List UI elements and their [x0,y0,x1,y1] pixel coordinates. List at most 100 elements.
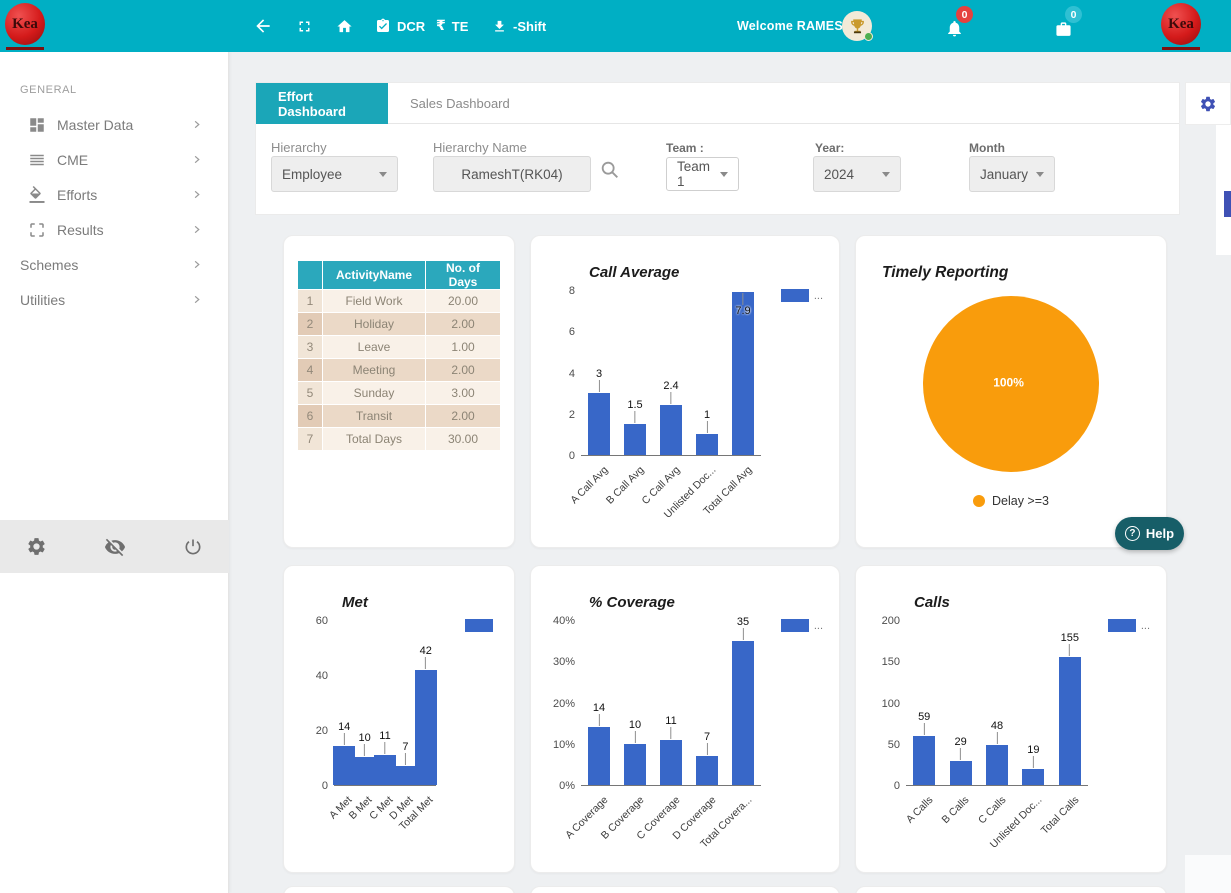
bar-slot: 155Total Calls [1052,621,1088,785]
tab-effort-dashboard[interactable]: Effort Dashboard [256,83,388,124]
sidebar-item-master-data[interactable]: Master Data [0,107,228,142]
bar[interactable] [374,755,396,785]
rows-icon [28,151,46,169]
sidebar-item-label: Efforts [57,187,97,203]
table-cell: 1.00 [426,336,500,358]
legend-label: Delay >=3 [992,494,1049,508]
partial-card [283,886,515,893]
sidebar-item-utilities[interactable]: Utilities [0,282,228,317]
team-select[interactable]: Team 1 [666,157,739,191]
year-label: Year: [815,141,844,155]
bar-slot: 7D Met [395,621,415,785]
home-button[interactable] [336,0,353,52]
notifications-button[interactable]: 0 [944,14,970,40]
bar[interactable] [986,745,1008,785]
bar[interactable] [696,756,718,785]
hierarchy-search-button[interactable] [599,159,623,183]
bar[interactable] [624,744,646,785]
bar-slot: 48C Calls [979,621,1015,785]
bar[interactable] [732,641,754,785]
bar[interactable] [354,757,376,785]
sidebar-footer [0,520,229,573]
bar-annotation: 3 [596,368,602,392]
sidebar-item-efforts[interactable]: Efforts [0,177,228,212]
month-select[interactable]: January [969,156,1055,192]
bar[interactable] [950,761,972,785]
back-button[interactable] [253,0,273,52]
table-cell: Field Work [323,290,425,312]
chart-area: 020406014A Met10B Met11C Met7D Met42Tota… [298,621,500,786]
brand-logo-underline [1162,47,1200,50]
hierarchy-name-input[interactable]: RameshT(RK04) [433,156,591,192]
legend-label: ... [814,290,823,302]
bar-annotation: 7 [402,741,408,765]
activity-table-header-name: ActivityName [323,261,425,289]
bar[interactable] [660,740,682,785]
activity-summary-card: ActivityName No. of Days 1Field Work20.0… [283,235,515,548]
y-axis-tick: 20 [316,725,328,737]
bar-slot: 11C Met [375,621,395,785]
bar-slot: 29B Calls [942,621,978,785]
table-cell: Transit [323,405,425,427]
eye-off-icon[interactable] [104,536,126,558]
bar[interactable] [588,727,610,785]
user-avatar[interactable] [842,11,872,41]
bar[interactable] [1059,657,1081,785]
chart-legend: Delay >=3 [856,494,1166,508]
hierarchy-select[interactable]: Employee [271,156,398,192]
bar[interactable] [415,670,437,785]
bar-annotation: 1.5 [627,399,642,423]
question-mark-icon: ? [1125,526,1140,541]
call-average-chart-card: Call Average024683A Call Avg1.5B Call Av… [530,235,840,548]
documents-button[interactable]: 0 [1053,14,1079,40]
y-axis-tick: 0 [569,450,575,462]
sidebar-item-label: CME [57,152,88,168]
table-cell: 2 [298,313,322,335]
sidebar-item-label: Results [57,222,104,238]
power-icon[interactable] [183,537,203,557]
bar-slot: 1Unlisted Doc... [689,291,725,455]
table-cell: 2.00 [426,359,500,381]
table-cell: Total Days [323,428,425,450]
bar[interactable] [1022,769,1044,785]
chevron-down-icon [379,172,387,177]
legend-swatch [465,619,493,632]
bar[interactable] [696,434,718,455]
chevron-down-icon [1036,172,1044,177]
sidebar-item-label: Schemes [20,257,78,273]
y-axis-tick: 0 [322,780,328,792]
y-axis-tick: 40 [316,670,328,682]
chart-title: Timely Reporting [882,264,1166,282]
bar-slot: 14A Met [334,621,354,785]
bar[interactable] [624,424,646,455]
te-nav-button[interactable]: ₹ TE [436,0,468,52]
sidebar-item-cme[interactable]: CME [0,142,228,177]
tab-sales-dashboard[interactable]: Sales Dashboard [388,83,532,124]
bar[interactable] [394,766,416,785]
bar-slot: 10B Coverage [617,621,653,785]
help-button[interactable]: ? Help [1115,517,1184,550]
dcr-nav-button[interactable]: DCR [375,0,425,52]
team-label: Team : [666,141,704,155]
y-axis-tick: 20% [553,698,575,710]
sidebar-item-label: Utilities [20,292,65,308]
chevron-right-icon [191,119,202,130]
fullscreen-button[interactable] [296,0,313,52]
bar-annotation: 7 [704,731,710,755]
bar[interactable] [333,746,355,785]
sidebar-item-schemes[interactable]: Schemes [0,247,228,282]
table-row: 7Total Days30.00 [298,428,500,450]
settings-gear-icon[interactable] [26,536,47,557]
bar[interactable] [588,393,610,455]
chart-legend [465,619,498,632]
hierarchy-value: Employee [282,167,342,182]
shift-nav-button[interactable]: -Shift [492,0,546,52]
page-settings-button[interactable] [1185,82,1231,125]
brand-logo-underline [6,47,44,50]
search-icon [599,159,621,181]
sidebar-item-results[interactable]: Results [0,212,228,247]
bar[interactable] [660,405,682,455]
bar[interactable] [913,736,935,785]
year-select[interactable]: 2024 [813,156,901,192]
pie-slice[interactable]: 100% [923,296,1099,472]
